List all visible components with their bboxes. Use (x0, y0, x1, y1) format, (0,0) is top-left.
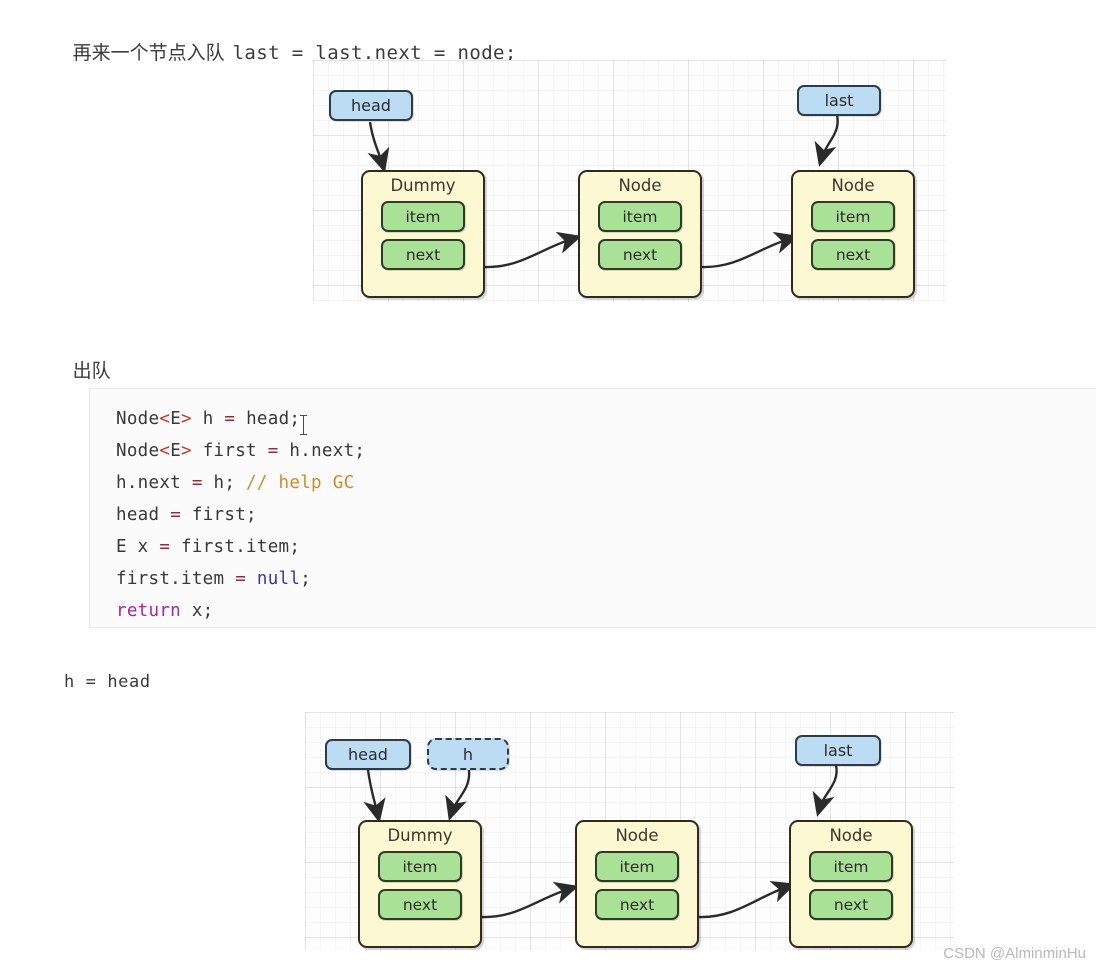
node-field-item[interactable]: item (378, 851, 462, 882)
code-line: h.next = h; // help GC (116, 467, 1096, 499)
node-box-2[interactable]: Node item next (578, 170, 702, 298)
node-field-next[interactable]: next (809, 889, 893, 920)
node-field-next[interactable]: next (811, 239, 895, 270)
code-token: > (181, 409, 192, 429)
node-box-3[interactable]: Node item next (789, 820, 913, 948)
heading-enqueue-cjk: 再来一个节点入队 (72, 42, 225, 64)
code-line: head = first; (116, 499, 1096, 531)
code-token: // help GC (246, 473, 355, 493)
pointer-box-last[interactable]: last (795, 735, 881, 766)
pointer-box-h[interactable]: h (427, 738, 509, 770)
code-token: h (191, 409, 225, 429)
code-token: = (159, 537, 171, 557)
code-token: h; (202, 473, 247, 493)
linked-list-diagram-enqueue: head last Dummy item next Node item next… (313, 60, 946, 302)
node-box-3[interactable]: Node item next (791, 170, 915, 298)
code-token: head (116, 505, 171, 525)
pointer-label: head (351, 96, 391, 115)
code-token: > (181, 441, 192, 461)
node-box-2[interactable]: Node item next (575, 820, 699, 948)
node-title: Dummy (390, 176, 456, 195)
pointer-box-last[interactable]: last (797, 85, 881, 116)
watermark-csdn: CSDN @AlminminHu (943, 945, 1086, 962)
code-token: first.item (116, 569, 236, 589)
node-field-item[interactable]: item (811, 201, 895, 232)
node-title: Node (829, 826, 873, 845)
code-token: first (191, 441, 268, 461)
pointer-label: head (348, 745, 388, 764)
code-token: < (159, 441, 171, 461)
pointer-label: last (823, 741, 853, 760)
code-token: = (224, 409, 236, 429)
node-field-next[interactable]: next (598, 239, 682, 270)
node-box-dummy[interactable]: Dummy item next (361, 170, 485, 298)
code-token: ; (300, 569, 312, 589)
node-field-item[interactable]: item (809, 851, 893, 882)
node-title: Node (615, 826, 659, 845)
code-line: first.item = null; (116, 563, 1096, 595)
code-token: null (256, 569, 301, 589)
node-box-dummy[interactable]: Dummy item next (358, 820, 482, 948)
code-token: first; (181, 505, 257, 525)
node-field-next[interactable]: next (381, 239, 465, 270)
code-line: Node<E> first = h.next; (116, 435, 1096, 467)
pointer-label: last (824, 91, 854, 110)
node-field-next[interactable]: next (378, 889, 462, 920)
node-title: Dummy (387, 826, 453, 845)
code-block-dequeue: Node<E> h = head; Node<E> first = h.next;… (89, 388, 1096, 628)
code-token: E (170, 409, 182, 429)
section-heading-dequeue: 出队 (62, 332, 111, 385)
code-token: head; (235, 409, 301, 429)
code-token: Node (116, 441, 160, 461)
pointer-label: h (462, 744, 474, 764)
node-title: Node (618, 176, 662, 195)
node-field-item[interactable]: item (595, 851, 679, 882)
pointer-box-head[interactable]: head (329, 90, 413, 121)
text-cursor-icon (300, 415, 307, 435)
caption-h-equals-head: h = head (64, 672, 151, 692)
code-token: E x (116, 537, 160, 557)
node-field-item[interactable]: item (598, 201, 682, 232)
code-line: E x = first.item; (116, 531, 1096, 563)
pointer-box-head[interactable]: head (325, 739, 411, 770)
code-token: = (191, 473, 203, 493)
linked-list-diagram-dequeue: head h last Dummy item next Node item ne… (305, 712, 954, 950)
code-token: first.item; (170, 537, 301, 557)
code-token: x; (181, 601, 214, 621)
heading-dequeue-cjk: 出队 (72, 360, 111, 382)
code-token: h.next (116, 473, 192, 493)
node-field-next[interactable]: next (595, 889, 679, 920)
code-token: = (170, 505, 182, 525)
code-token: E (170, 441, 182, 461)
code-line: return x; (116, 595, 1096, 627)
code-token: h.next; (278, 441, 366, 461)
code-lines-container: Node<E> h = head; Node<E> first = h.next;… (116, 403, 1096, 627)
code-line: Node<E> h = head; (116, 403, 1096, 435)
code-token: return (116, 601, 182, 621)
code-token: Node (116, 409, 160, 429)
code-token: = (235, 569, 247, 589)
node-title: Node (831, 176, 875, 195)
code-token: < (159, 409, 171, 429)
node-field-item[interactable]: item (381, 201, 465, 232)
code-token: = (267, 441, 279, 461)
